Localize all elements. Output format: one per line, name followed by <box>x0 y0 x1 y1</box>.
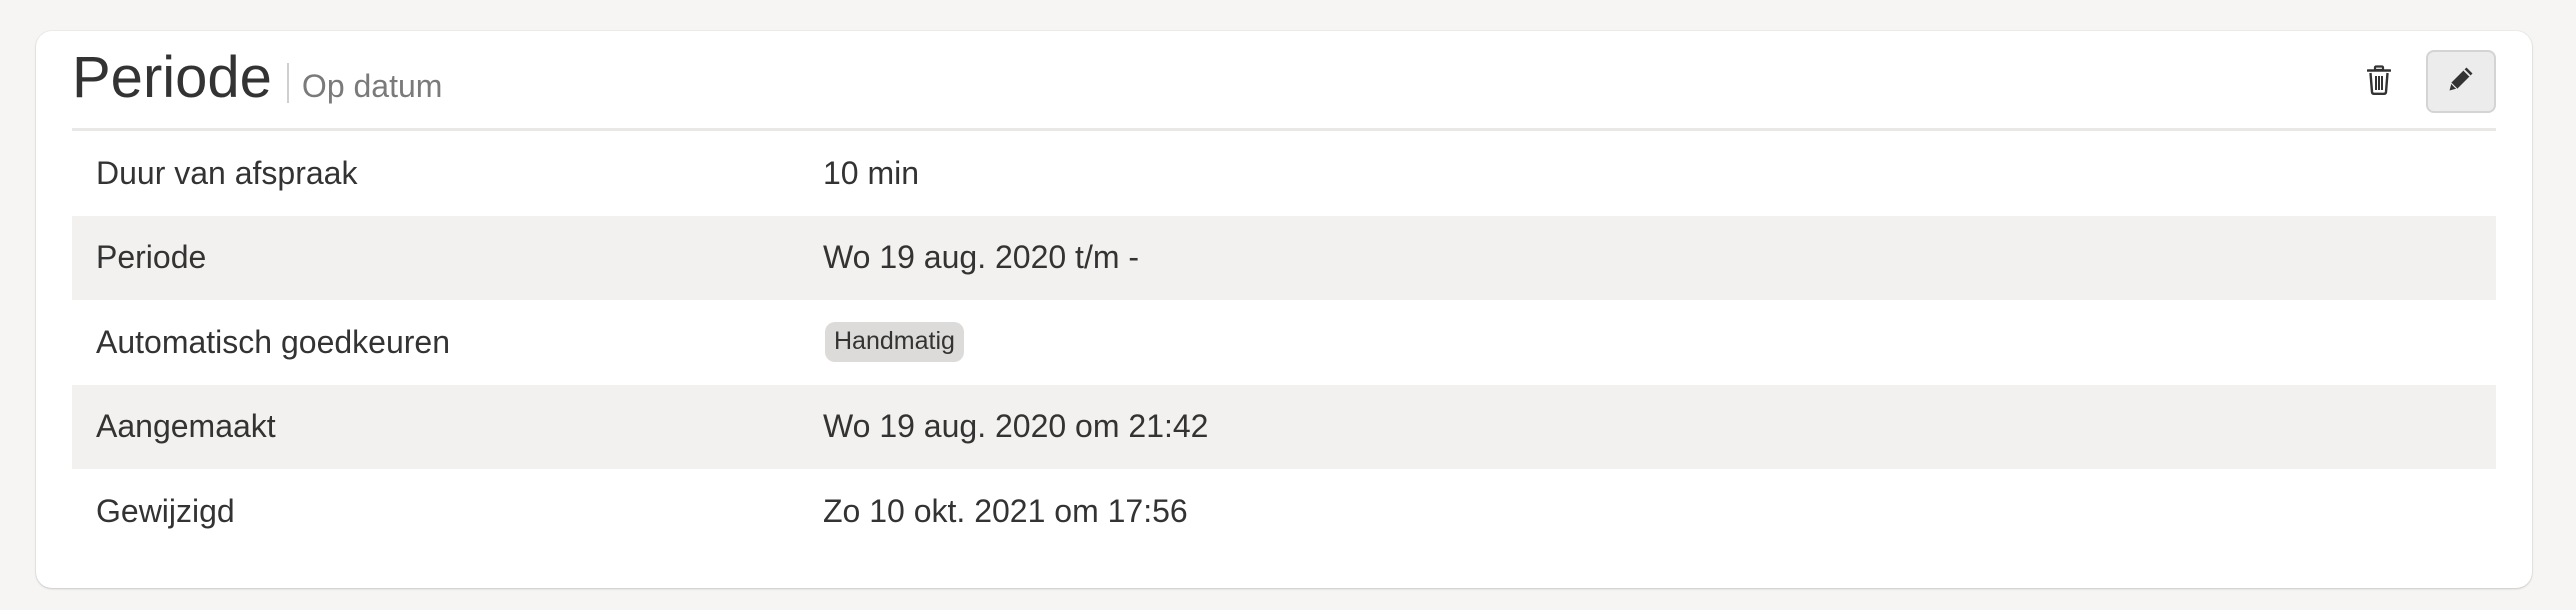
details-table: Duur van afspraak 10 min Periode Wo 19 a… <box>72 131 2496 554</box>
table-row: Aangemaakt Wo 19 aug. 2020 om 21:42 <box>72 384 2496 469</box>
table-row: Duur van afspraak 10 min <box>72 131 2496 216</box>
period-card: Periode Op datum Duur van afspraak 10 mi… <box>36 31 2532 588</box>
table-row: Gewijzigd Zo 10 okt. 2021 om 17:56 <box>72 469 2496 554</box>
table-row: Automatisch goedkeuren Handmatig <box>72 300 2496 385</box>
row-label: Duur van afspraak <box>96 154 358 191</box>
row-label: Automatisch goedkeuren <box>96 323 450 360</box>
row-label: Gewijzigd <box>96 492 235 529</box>
row-label: Periode <box>96 239 207 276</box>
page-subtitle: Op datum <box>301 68 443 104</box>
status-badge: Handmatig <box>825 322 964 363</box>
edit-button[interactable] <box>2426 50 2496 113</box>
row-label: Aangemaakt <box>96 408 276 445</box>
page-title: Periode <box>72 45 272 110</box>
row-value: 10 min <box>823 154 920 191</box>
row-value: Zo 10 okt. 2021 om 17:56 <box>823 492 1188 529</box>
delete-button[interactable] <box>2362 64 2396 100</box>
card-header: Periode Op datum <box>72 31 2496 131</box>
title-group: Periode Op datum <box>72 49 442 107</box>
row-value: Wo 19 aug. 2020 om 21:42 <box>823 408 1209 445</box>
pencil-icon <box>2447 65 2475 98</box>
row-value: Wo 19 aug. 2020 t/m - <box>823 239 1140 276</box>
trash-icon <box>2366 64 2392 100</box>
title-divider <box>286 63 289 103</box>
table-row: Periode Wo 19 aug. 2020 t/m - <box>72 215 2496 300</box>
